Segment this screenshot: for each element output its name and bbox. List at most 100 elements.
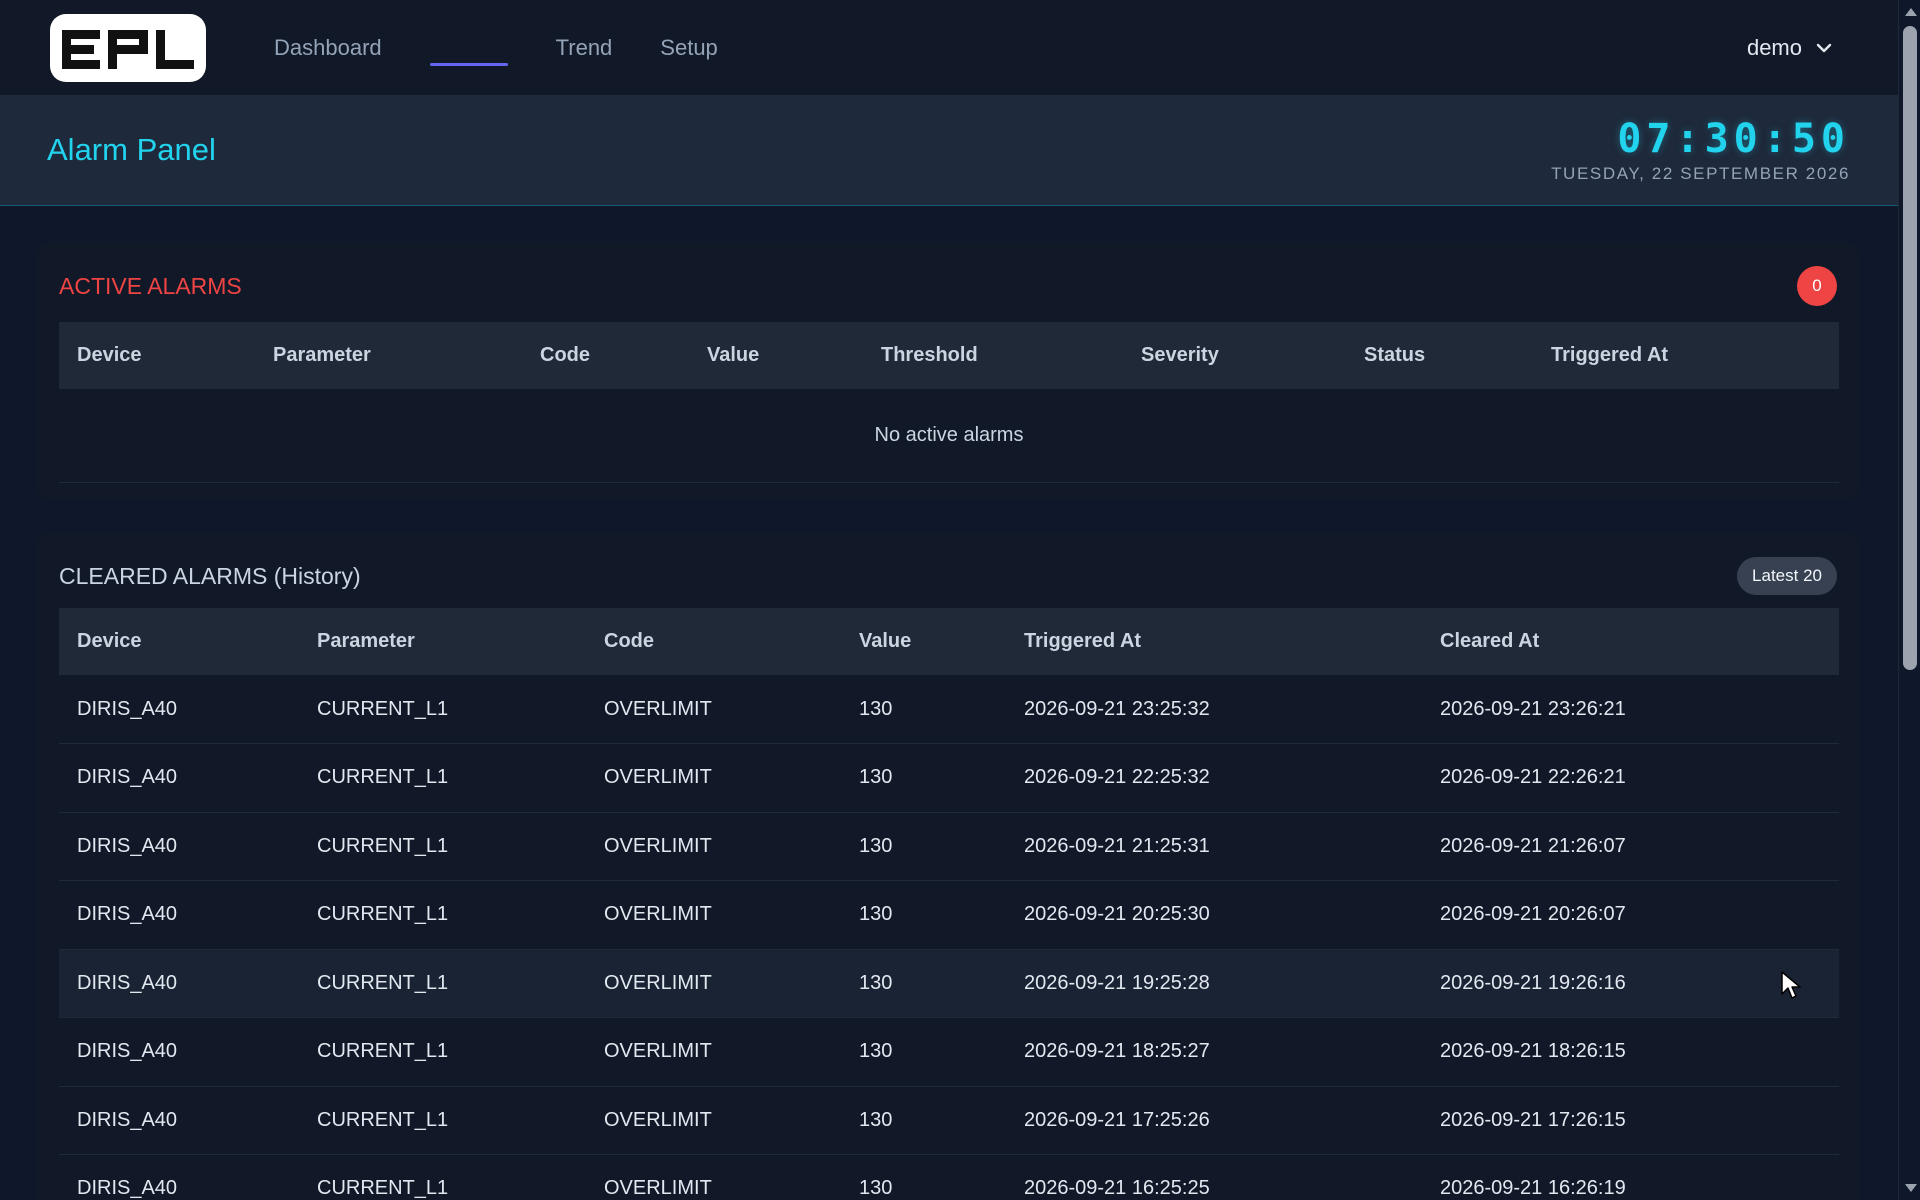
cell-triggered-at: 2026-09-21 17:25:26	[1006, 1086, 1422, 1155]
cell-triggered-at: 2026-09-21 19:25:28	[1006, 949, 1422, 1018]
column-header[interactable]: Cleared At	[1422, 608, 1839, 675]
cell-triggered-at: 2026-09-21 22:25:32	[1006, 743, 1422, 813]
cell-parameter: CURRENT_L1	[299, 1017, 586, 1087]
table-row[interactable]: DIRIS_A40 CURRENT_L1 OVERLIMIT 130 2026-…	[59, 880, 1839, 950]
nav-item-dashboard[interactable]: Dashboard	[274, 0, 382, 96]
table-header-row: Device Parameter Code Value Threshold Se…	[59, 322, 1839, 389]
active-alarms-panel: ACTIVE ALARMS 0 Device Parameter Code Va…	[36, 242, 1860, 500]
cell-code: OVERLIMIT	[586, 1017, 841, 1087]
table-row[interactable]: DIRIS_A40 CURRENT_L1 OVERLIMIT 130 2026-…	[59, 1017, 1839, 1087]
cell-cleared-at: 2026-09-21 20:26:07	[1422, 880, 1839, 950]
cell-parameter: CURRENT_L1	[299, 1154, 586, 1200]
cell-value: 130	[841, 743, 1006, 813]
cell-cleared-at: 2026-09-21 19:26:16	[1422, 949, 1839, 1018]
empty-state-message: No active alarms	[59, 389, 1839, 483]
column-header[interactable]: Device	[59, 608, 299, 675]
cell-parameter: CURRENT_L1	[299, 1086, 586, 1155]
active-alarms-table: Device Parameter Code Value Threshold Se…	[59, 322, 1839, 483]
cell-cleared-at: 2026-09-21 18:26:15	[1422, 1017, 1839, 1087]
column-header[interactable]: Threshold	[863, 322, 1123, 389]
cleared-alarms-title: CLEARED ALARMS (History)	[59, 562, 361, 589]
cell-cleared-at: 2026-09-21 22:26:21	[1422, 743, 1839, 813]
scroll-thumb[interactable]	[1903, 26, 1917, 670]
column-header[interactable]: Value	[841, 608, 1006, 675]
column-header[interactable]: Triggered At	[1006, 608, 1422, 675]
cell-code: OVERLIMIT	[586, 675, 841, 744]
cell-cleared-at: 2026-09-21 17:26:15	[1422, 1086, 1839, 1155]
cell-cleared-at: 2026-09-21 21:26:07	[1422, 812, 1839, 881]
column-header[interactable]: Parameter	[255, 322, 522, 389]
mouse-cursor-icon	[1781, 971, 1801, 999]
cell-code: OVERLIMIT	[586, 743, 841, 813]
cell-code: OVERLIMIT	[586, 1086, 841, 1155]
cell-triggered-at: 2026-09-21 20:25:30	[1006, 880, 1422, 950]
cell-value: 130	[841, 1017, 1006, 1087]
cell-triggered-at: 2026-09-21 18:25:27	[1006, 1017, 1422, 1087]
scroll-up-arrow-icon[interactable]	[1905, 8, 1917, 16]
column-header[interactable]: Severity	[1123, 322, 1346, 389]
scroll-down-arrow-icon[interactable]	[1905, 1184, 1917, 1192]
cell-code: OVERLIMIT	[586, 812, 841, 881]
cell-device: DIRIS_A40	[59, 880, 299, 950]
cell-triggered-at: 2026-09-21 21:25:31	[1006, 812, 1422, 881]
cell-parameter: CURRENT_L1	[299, 949, 586, 1018]
nav-item-alarm-active[interactable]	[429, 0, 508, 96]
cell-code: OVERLIMIT	[586, 1154, 841, 1200]
main-nav: Dashboard Trend Setup	[274, 0, 766, 96]
current-date: TUESDAY, 22 SEPTEMBER 2026	[1551, 164, 1850, 183]
cell-parameter: CURRENT_L1	[299, 880, 586, 950]
table-row[interactable]: DIRIS_A40 CURRENT_L1 OVERLIMIT 130 2026-…	[59, 1086, 1839, 1155]
cell-parameter: CURRENT_L1	[299, 812, 586, 881]
cell-triggered-at: 2026-09-21 16:25:25	[1006, 1154, 1422, 1200]
cell-parameter: CURRENT_L1	[299, 743, 586, 813]
table-header-row: Device Parameter Code Value Triggered At…	[59, 608, 1839, 675]
cell-code: OVERLIMIT	[586, 880, 841, 950]
nav-item-trend[interactable]: Trend	[556, 0, 613, 96]
cell-device: DIRIS_A40	[59, 949, 299, 1018]
cell-cleared-at: 2026-09-21 16:26:19	[1422, 1154, 1839, 1200]
column-header[interactable]: Status	[1346, 322, 1533, 389]
page-scrollbar[interactable]	[1898, 0, 1920, 1200]
user-menu[interactable]: demo	[1747, 0, 1832, 96]
cell-value: 130	[841, 1086, 1006, 1155]
cell-value: 130	[841, 812, 1006, 881]
cell-device: DIRIS_A40	[59, 1154, 299, 1200]
table-row[interactable]: DIRIS_A40 CURRENT_L1 OVERLIMIT 130 2026-…	[59, 743, 1839, 813]
column-header[interactable]: Device	[59, 322, 255, 389]
user-name: demo	[1746, 35, 1802, 60]
cleared-alarms-panel: CLEARED ALARMS (History) Latest 20 Devic…	[36, 532, 1860, 1200]
cell-parameter: CURRENT_L1	[299, 675, 586, 744]
column-header[interactable]: Code	[522, 322, 689, 389]
column-header[interactable]: Triggered At	[1533, 322, 1839, 389]
nav-item-setup[interactable]: Setup	[660, 0, 718, 96]
cell-value: 130	[841, 880, 1006, 950]
cell-device: DIRIS_A40	[59, 812, 299, 881]
empty-row: No active alarms	[59, 389, 1839, 483]
cell-device: DIRIS_A40	[59, 1017, 299, 1087]
cell-value: 130	[841, 949, 1006, 1018]
table-row[interactable]: DIRIS_A40 CURRENT_L1 OVERLIMIT 130 2026-…	[59, 1154, 1839, 1200]
column-header[interactable]: Parameter	[299, 608, 586, 675]
chevron-down-icon	[1816, 43, 1832, 53]
cell-device: DIRIS_A40	[59, 675, 299, 744]
column-header[interactable]: Code	[586, 608, 841, 675]
epl-logo-icon	[62, 30, 194, 69]
column-header[interactable]: Value	[689, 322, 863, 389]
digital-clock: 07:30:50	[1617, 116, 1850, 162]
active-alarms-count-badge: 0	[1797, 266, 1837, 306]
table-row[interactable]: DIRIS_A40 CURRENT_L1 OVERLIMIT 130 2026-…	[59, 675, 1839, 744]
page-title: Alarm Panel	[47, 132, 216, 167]
company-logo[interactable]	[50, 14, 206, 82]
top-navigation: Dashboard Trend Setup demo	[0, 0, 1898, 96]
cell-code: OVERLIMIT	[586, 949, 841, 1018]
cell-triggered-at: 2026-09-21 23:25:32	[1006, 675, 1422, 744]
page-header: Alarm Panel 07:30:50 TUESDAY, 22 SEPTEMB…	[0, 96, 1898, 206]
cleared-alarms-table: Device Parameter Code Value Triggered At…	[59, 608, 1839, 1200]
cell-value: 130	[841, 675, 1006, 744]
table-row[interactable]: DIRIS_A40 CURRENT_L1 OVERLIMIT 130 2026-…	[59, 812, 1839, 881]
table-row[interactable]: DIRIS_A40 CURRENT_L1 OVERLIMIT 130 2026-…	[59, 949, 1839, 1018]
active-alarms-header: ACTIVE ALARMS 0	[59, 264, 1837, 308]
active-alarms-title: ACTIVE ALARMS	[59, 272, 242, 299]
cell-device: DIRIS_A40	[59, 1086, 299, 1155]
cleared-alarms-header: CLEARED ALARMS (History) Latest 20	[59, 554, 1837, 598]
